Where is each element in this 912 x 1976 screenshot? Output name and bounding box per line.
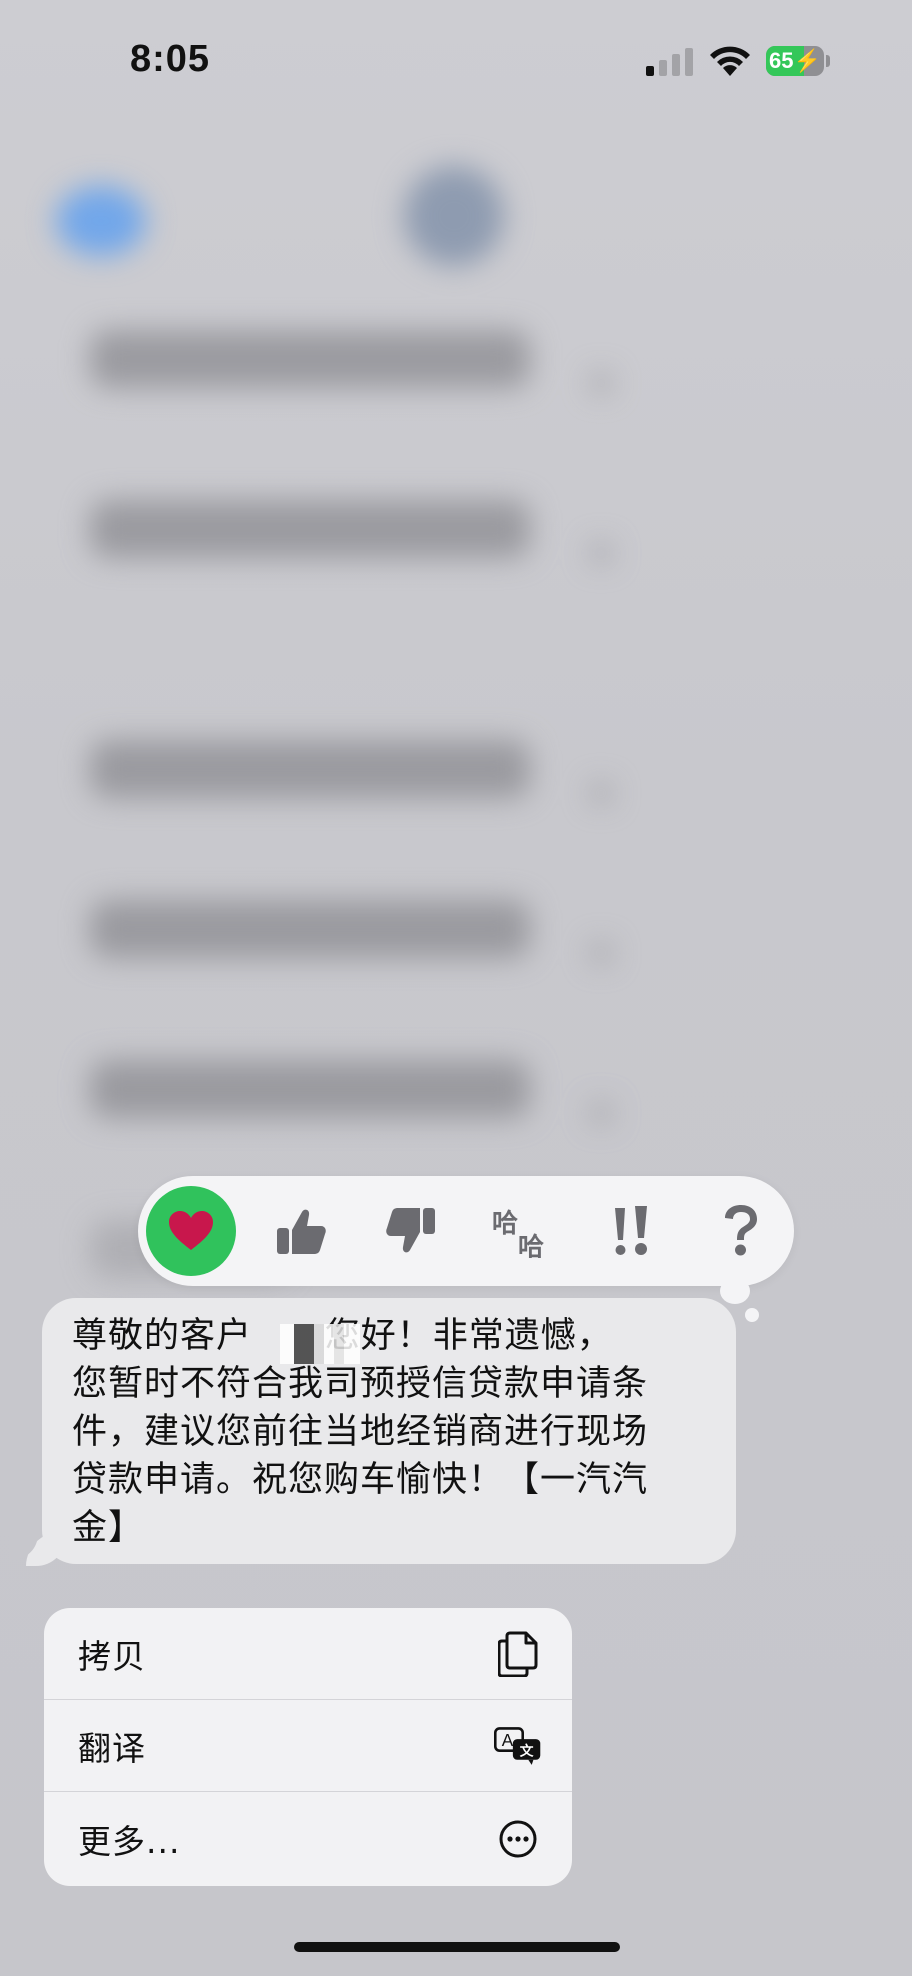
menu-item-label: 拷贝 <box>78 1636 146 1676</box>
exclamation-reaction[interactable] <box>586 1186 676 1276</box>
menu-item-more[interactable]: 更多... <box>44 1792 572 1886</box>
status-time: 8:05 <box>130 38 211 80</box>
thumbs-down-icon <box>386 1208 435 1253</box>
copy-icon <box>494 1630 542 1678</box>
blurred-back-icon <box>56 186 146 256</box>
blurred-dot <box>590 782 612 804</box>
double-exclamation-icon <box>615 1206 647 1255</box>
menu-item-label: 翻译 <box>78 1728 146 1768</box>
reaction-bar-tail-dot <box>745 1308 759 1322</box>
svg-text:哈: 哈 <box>492 1209 518 1239</box>
svg-text:文: 文 <box>520 1742 534 1759</box>
thumbs-up-reaction[interactable] <box>256 1186 346 1276</box>
blurred-message-row <box>90 900 530 958</box>
wifi-icon <box>710 46 750 76</box>
message-text: 尊敬的客户 您好！非常遗憾， 您暂时不符合我司预授信贷款申请条 件，建议您前往当… <box>72 1316 649 1548</box>
heart-reaction[interactable] <box>146 1186 236 1276</box>
blurred-message-row <box>90 1060 530 1118</box>
heart-icon <box>169 1211 213 1250</box>
more-icon <box>494 1815 542 1863</box>
blurred-message-row <box>90 500 530 558</box>
tapback-reaction-bar: 哈 哈 <box>138 1176 794 1286</box>
question-mark-icon <box>725 1205 757 1256</box>
menu-item-translate[interactable]: 翻译 A 文 <box>44 1700 572 1792</box>
blurred-dot <box>590 542 612 564</box>
svg-text:A: A <box>502 1730 514 1750</box>
blurred-dot <box>590 1102 612 1124</box>
menu-item-copy[interactable]: 拷贝 <box>44 1608 572 1700</box>
battery-icon: 65⚡ <box>766 46 824 76</box>
thumbs-down-reaction[interactable] <box>366 1186 456 1276</box>
question-reaction[interactable] <box>696 1186 786 1276</box>
blurred-message-row <box>90 330 530 388</box>
blurred-dot <box>590 942 612 964</box>
blurred-message-row <box>90 740 530 798</box>
screen: 8:05 65⚡ 哈 哈 尊敬的客户 您好！非常遗憾， 您暂时不符合我司预授信贷… <box>0 0 912 1976</box>
translate-icon: A 文 <box>494 1722 542 1770</box>
blurred-contact-avatar <box>404 166 504 266</box>
blurred-conversation-background <box>0 0 912 1300</box>
haha-icon: 哈 哈 <box>492 1209 544 1258</box>
svg-text:哈: 哈 <box>518 1233 544 1258</box>
reaction-bar-tail <box>720 1278 750 1304</box>
charging-bolt-icon: ⚡ <box>793 48 821 73</box>
cellular-signal-icon <box>646 48 693 76</box>
message-bubble[interactable]: 尊敬的客户 您好！非常遗憾， 您暂时不符合我司预授信贷款申请条 件，建议您前往当… <box>42 1298 736 1564</box>
battery-percent: 65⚡ <box>769 48 821 73</box>
home-indicator[interactable] <box>294 1942 620 1952</box>
thumbs-up-icon <box>277 1209 326 1254</box>
haha-reaction[interactable]: 哈 哈 <box>476 1186 566 1276</box>
redacted-name <box>280 1324 360 1364</box>
blurred-dot <box>590 372 612 394</box>
menu-item-label: 更多... <box>78 1822 181 1861</box>
battery-nub <box>826 55 830 67</box>
context-menu: 拷贝 翻译 A 文 更多... <box>44 1608 572 1886</box>
